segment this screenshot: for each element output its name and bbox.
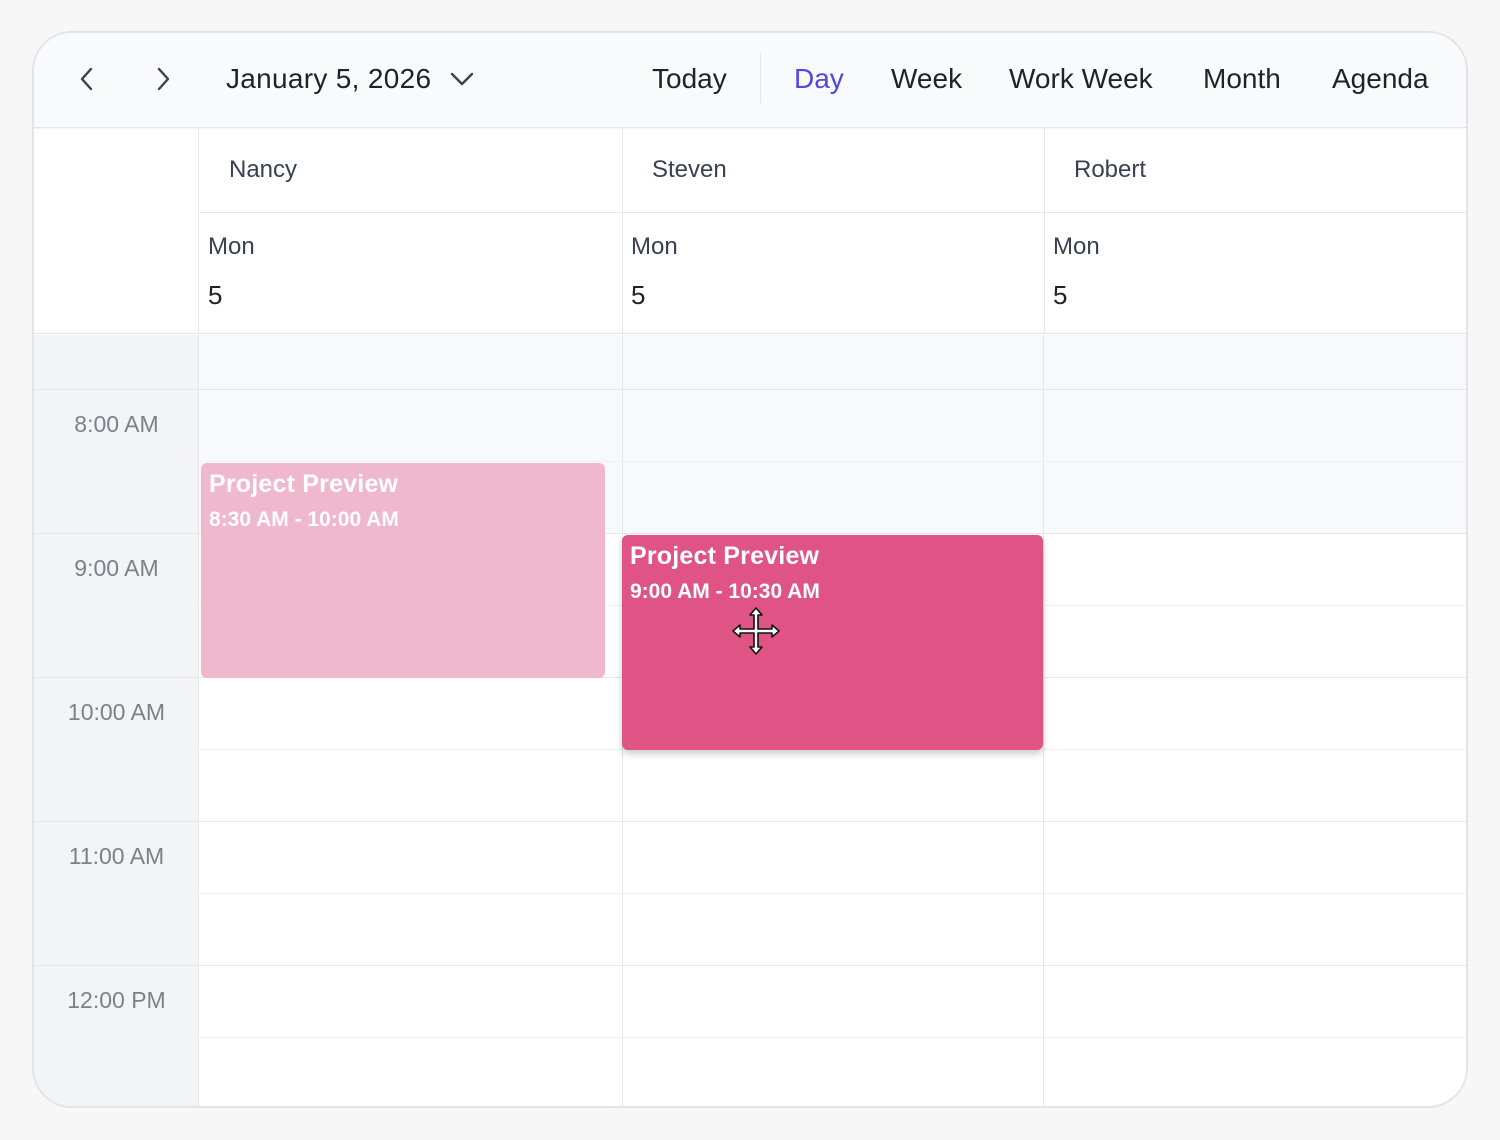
chevron-down-icon: [451, 72, 474, 86]
current-date-label: January 5, 2026: [226, 63, 432, 94]
view-day-button[interactable]: Day: [794, 59, 844, 99]
resource-name: Nancy: [229, 156, 298, 183]
resource-header-nancy: Nancy: [200, 129, 623, 213]
half-hour-line: [199, 893, 1466, 894]
event-title: Project Preview: [630, 542, 820, 570]
move-cursor-icon: [732, 607, 780, 655]
next-date-button[interactable]: [148, 62, 178, 96]
chevron-right-icon: [157, 67, 170, 91]
resource-name: Steven: [652, 156, 727, 183]
scheduler-toolbar: January 5, 2026 Today Day Week Work Week…: [34, 33, 1466, 128]
day-name: Mon: [631, 233, 678, 260]
view-month-button[interactable]: Month: [1203, 59, 1281, 99]
date-header-cell[interactable]: Mon 5: [623, 213, 1045, 334]
time-label: 8:00 AM: [74, 411, 159, 437]
scheduler-window: January 5, 2026 Today Day Week Work Week…: [32, 31, 1468, 1108]
hour-line: [34, 821, 1466, 822]
day-number: 5: [631, 280, 646, 310]
event-time: 8:30 AM - 10:00 AM: [209, 508, 399, 531]
time-grid[interactable]: 8:00 AM 9:00 AM 10:00 AM 11:00 AM 12:00 …: [34, 335, 1466, 1106]
resource-header: Nancy Steven Robert Mon 5 Mon 5 Mon 5: [34, 129, 1466, 334]
event-title: Project Preview: [209, 470, 399, 498]
resource-header-robert: Robert: [1045, 129, 1466, 213]
day-number: 5: [208, 280, 223, 310]
hour-line: [34, 389, 1466, 390]
hour-line: [34, 965, 1466, 966]
event-time: 9:00 AM - 10:30 AM: [630, 580, 820, 603]
day-name: Mon: [1053, 233, 1100, 260]
time-label: 10:00 AM: [67, 699, 166, 725]
half-hour-line: [199, 461, 1466, 462]
previous-date-button[interactable]: [72, 62, 102, 96]
date-range-picker[interactable]: January 5, 2026: [226, 59, 475, 99]
time-label: 12:00 PM: [67, 987, 166, 1013]
event-dragging[interactable]: Project Preview 9:00 AM - 10:30 AM: [622, 535, 1043, 750]
time-label: 9:00 AM: [74, 555, 159, 581]
day-number: 5: [1053, 280, 1068, 310]
view-week-button[interactable]: Week: [891, 59, 962, 99]
resource-name: Robert: [1074, 156, 1147, 183]
half-hour-line: [199, 1037, 1466, 1038]
header-gutter: [34, 129, 199, 333]
date-header-cell[interactable]: Mon 5: [1045, 213, 1466, 334]
view-agenda-button[interactable]: Agenda: [1332, 59, 1429, 99]
day-name: Mon: [208, 233, 255, 260]
resource-header-steven: Steven: [623, 129, 1045, 213]
chevron-left-icon: [80, 67, 93, 91]
resource-column-nancy[interactable]: [200, 335, 623, 1106]
resource-column-robert: [1044, 335, 1466, 1106]
time-label: 11:00 AM: [68, 843, 165, 869]
date-header-cell[interactable]: Mon 5: [200, 213, 623, 334]
toolbar-divider: [760, 53, 761, 103]
event-drag-origin: Project Preview 8:30 AM - 10:00 AM: [201, 463, 605, 678]
view-work-week-button[interactable]: Work Week: [1009, 59, 1153, 99]
today-button[interactable]: Today: [652, 59, 727, 99]
